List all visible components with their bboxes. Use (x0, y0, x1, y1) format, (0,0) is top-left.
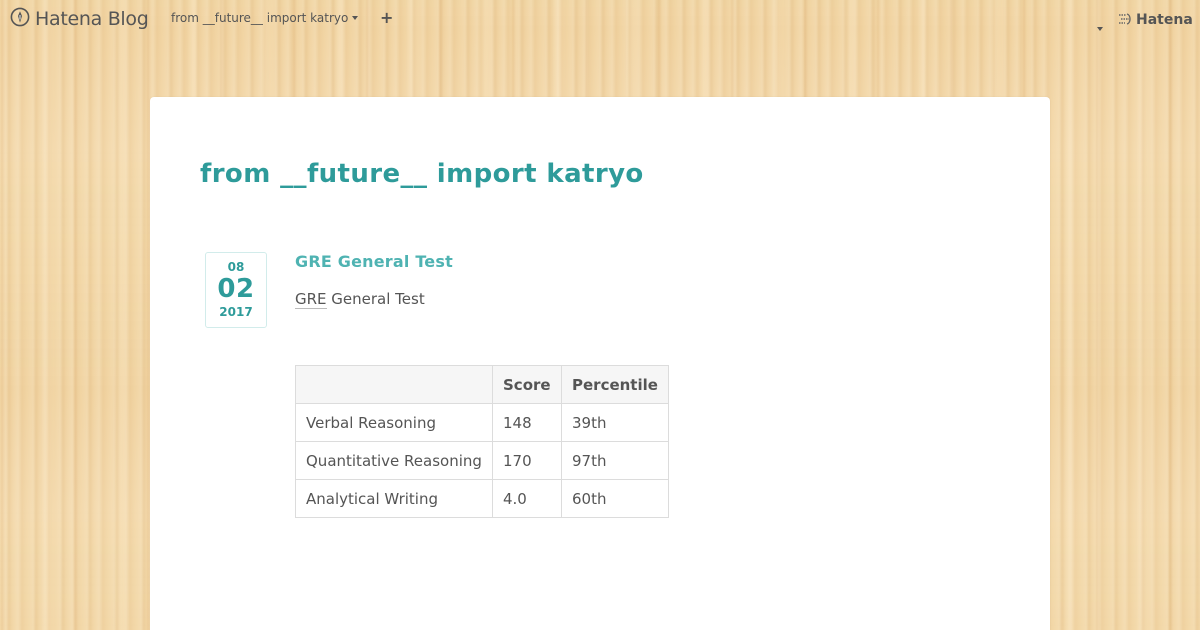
table-cell: 148 (492, 403, 562, 442)
account-menu-chevron-down-icon[interactable] (1095, 16, 1103, 35)
gre-keyword-link[interactable]: GRE (295, 290, 327, 309)
table-row: Quantitative Reasoning 170 97th (295, 441, 669, 480)
table-header-row: Score Percentile (295, 365, 669, 404)
blog-switcher-label: from __future__ import katryo (171, 11, 349, 25)
table-cell: 97th (561, 441, 669, 480)
table-row: Verbal Reasoning 148 39th (295, 403, 669, 442)
hatena-home-link[interactable]: Hatena (1118, 10, 1193, 29)
entry-date-day: 02 (217, 274, 255, 304)
new-post-button[interactable]: + (380, 8, 393, 28)
blog-switcher-dropdown[interactable]: from __future__ import katryo (171, 11, 359, 25)
brand-label: Hatena Blog (35, 8, 149, 30)
entry-date-badge[interactable]: 08 02 2017 (205, 252, 267, 328)
table-cell: 39th (561, 403, 669, 442)
hatena-blog-pen-icon (10, 7, 30, 31)
hatena-label: Hatena (1136, 11, 1193, 28)
entry-date-year: 2017 (219, 305, 253, 319)
table-cell: Analytical Writing (295, 479, 493, 518)
table-cell: Verbal Reasoning (295, 403, 493, 442)
entry-date-month: 08 (227, 260, 245, 274)
hatena-logo-icon (1118, 10, 1133, 29)
entry-title-link[interactable]: GRE General Test (295, 252, 453, 271)
global-header: Hatena Blog from __future__ import katry… (0, 0, 1200, 38)
blog-title[interactable]: from __future__ import katryo (200, 159, 644, 189)
table-cell: 170 (492, 441, 562, 480)
table-cell: 4.0 (492, 479, 562, 518)
table-cell: Quantitative Reasoning (295, 441, 493, 480)
score-table: Score Percentile Verbal Reasoning 148 39… (295, 365, 669, 518)
main-content-card: from __future__ import katryo 08 02 2017… (150, 97, 1050, 630)
table-header-cell (295, 365, 493, 404)
hatena-blog-home-link[interactable]: Hatena Blog (10, 7, 149, 31)
entry-body-text: GRE General Test (295, 290, 425, 309)
table-header-cell: Score (492, 365, 562, 404)
table-cell: 60th (561, 479, 669, 518)
table-header-cell: Percentile (561, 365, 669, 404)
table-row: Analytical Writing 4.0 60th (295, 479, 669, 518)
entry-body-rest: General Test (326, 290, 425, 308)
chevron-down-icon (352, 16, 359, 20)
